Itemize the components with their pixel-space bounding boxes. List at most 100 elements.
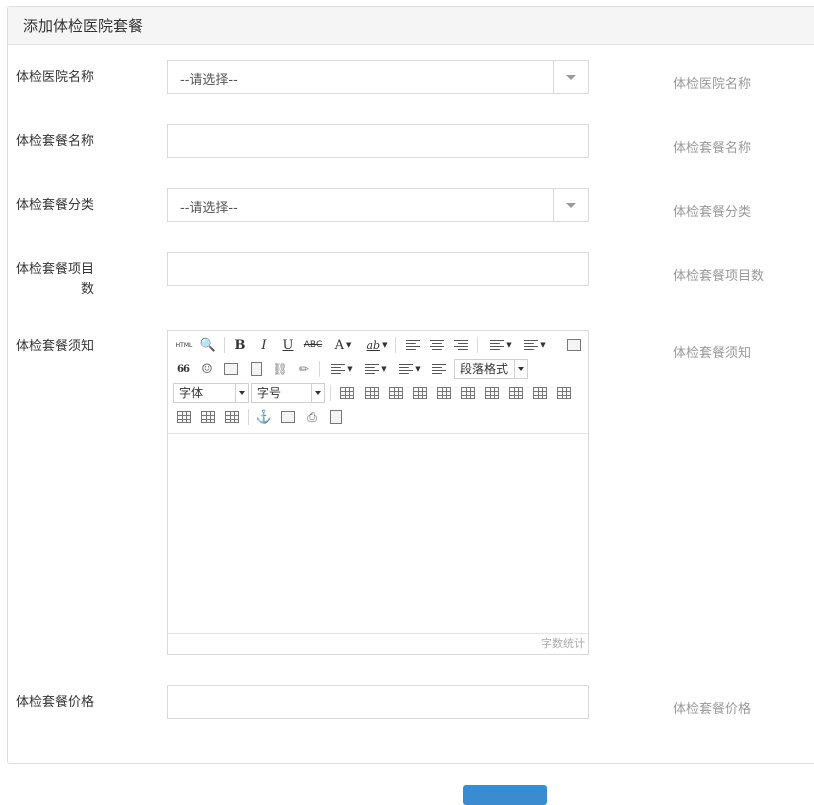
highlight-icon: ab — [366, 338, 381, 352]
eraser-button[interactable]: ✏ — [296, 360, 312, 378]
font-color-icon: A — [334, 337, 344, 353]
price-hint: 体检套餐价格 — [673, 702, 752, 717]
align-right-button[interactable] — [453, 336, 469, 354]
row-spacing-bottom-button[interactable]: ▼ — [362, 360, 390, 378]
table-icon — [340, 387, 354, 399]
caret-down-icon: ▼ — [415, 365, 421, 373]
price-input[interactable] — [167, 685, 589, 719]
split-rows-button[interactable] — [200, 408, 216, 426]
align-center-icon — [430, 339, 444, 351]
split-cells-icon — [177, 411, 191, 423]
category-select-toggle[interactable] — [553, 189, 588, 221]
submit-button[interactable] — [463, 785, 547, 805]
eraser-icon: ✏ — [298, 362, 310, 376]
font-family-dropdown[interactable]: 字体 — [173, 383, 249, 403]
link-button[interactable]: ⛓ — [272, 360, 288, 378]
image-icon — [224, 363, 238, 375]
underline-button[interactable]: U — [280, 336, 296, 354]
line-spacing-icon — [331, 363, 346, 375]
caret-down-icon: ▼ — [382, 341, 388, 349]
italic-button[interactable]: I — [256, 336, 272, 354]
table-title-button[interactable] — [388, 384, 404, 402]
anchor-button[interactable]: ⚓ — [256, 408, 272, 426]
item-count-hint: 体检套餐项目数 — [673, 269, 765, 284]
printer-icon: ⎙ — [307, 409, 317, 424]
delete-table-button[interactable] — [364, 384, 380, 402]
align-left-button[interactable] — [405, 336, 421, 354]
package-name-label: 体检套餐名称 — [15, 134, 94, 149]
unordered-list-button[interactable]: ▼ — [520, 336, 550, 354]
item-count-label-line1: 体检套餐项目 — [15, 262, 94, 277]
caret-down-icon: ▼ — [347, 365, 353, 373]
merge-right-button[interactable] — [532, 384, 548, 402]
blockquote-button[interactable]: 66 — [174, 360, 192, 378]
print-button[interactable]: ⎙ — [304, 408, 320, 426]
smiley-icon: ☺ — [201, 361, 213, 377]
bold-button[interactable]: B — [232, 336, 248, 354]
merge-down-button[interactable] — [556, 384, 572, 402]
insert-row-icon — [413, 387, 427, 399]
emoticon-button[interactable]: ☺ — [199, 360, 215, 378]
insert-table-button[interactable] — [339, 384, 355, 402]
insert-col-icon — [461, 387, 475, 399]
hospital-hint: 体检医院名称 — [673, 77, 752, 92]
caret-down-icon: ▼ — [506, 341, 512, 349]
font-size-dropdown[interactable]: 字号 — [251, 383, 325, 403]
package-name-hint: 体检套餐名称 — [673, 141, 752, 156]
preview-button[interactable]: 🔍 — [200, 336, 216, 354]
monitor-icon — [567, 339, 581, 351]
toolbar-divider — [248, 409, 249, 425]
font-family-label: 字体 — [179, 386, 204, 400]
rich-text-editor[interactable]: HTML 🔍 B I U ABC A ▼ ab ▼ ▼ ▼ 66 ☺ ⛓ ✏ ▼ ▼… — [167, 330, 589, 655]
hospital-select-toggle[interactable] — [553, 61, 588, 93]
align-left-icon — [406, 339, 420, 351]
delete-col-button[interactable] — [484, 384, 500, 402]
highlight-button[interactable]: ab ▼ — [363, 336, 391, 354]
item-count-input[interactable] — [167, 252, 589, 286]
editor-toolbar: HTML 🔍 B I U ABC A ▼ ab ▼ ▼ ▼ 66 ☺ ⛓ ✏ ▼ ▼… — [168, 331, 588, 434]
chevron-down-icon — [566, 75, 576, 80]
paste-button[interactable] — [328, 408, 344, 426]
quote-icon: 66 — [177, 363, 190, 375]
delete-row-icon — [437, 387, 451, 399]
align-center-button[interactable] — [429, 336, 445, 354]
font-size-label: 字号 — [257, 386, 282, 400]
ordered-list-button[interactable]: ▼ — [486, 336, 516, 354]
table-title-icon — [389, 387, 403, 399]
package-name-input[interactable] — [167, 124, 589, 158]
item-count-label-line2: 数 — [80, 282, 94, 297]
chevron-down-icon — [514, 360, 527, 378]
fullscreen-button[interactable] — [566, 336, 582, 354]
ordered-list-icon — [490, 339, 505, 351]
film-icon — [250, 362, 262, 376]
category-label: 体检套餐分类 — [15, 198, 94, 213]
split-cols-button[interactable] — [224, 408, 240, 426]
insert-image-button[interactable] — [280, 408, 296, 426]
video-button[interactable] — [248, 360, 264, 378]
toolbar-divider — [395, 337, 396, 353]
chevron-down-icon — [235, 384, 248, 402]
hospital-select[interactable]: --请选择-- — [167, 60, 589, 94]
strikethrough-button[interactable]: ABC — [303, 336, 323, 354]
notice-label: 体检套餐须知 — [15, 339, 94, 354]
indent-button[interactable] — [431, 360, 447, 378]
paragraph-format-dropdown[interactable]: 段落格式 — [454, 359, 528, 379]
delete-row-button[interactable] — [436, 384, 452, 402]
notice-hint: 体检套餐须知 — [673, 346, 752, 361]
category-select[interactable]: --请选择-- — [167, 188, 589, 222]
hospital-select-value: --请选择-- — [180, 73, 238, 88]
line-spacing-icon — [365, 363, 380, 375]
unordered-list-icon — [524, 339, 539, 351]
merge-cells-button[interactable] — [508, 384, 524, 402]
insert-col-button[interactable] — [460, 384, 476, 402]
insert-row-button[interactable] — [412, 384, 428, 402]
panel-title: 添加体检医院套餐 — [8, 7, 814, 45]
line-height-button[interactable]: ▼ — [396, 360, 424, 378]
split-cells-button[interactable] — [176, 408, 192, 426]
hospital-label: 体检医院名称 — [15, 70, 94, 85]
row-spacing-top-button[interactable]: ▼ — [328, 360, 356, 378]
merge-down-icon — [557, 387, 571, 399]
html-source-button[interactable]: HTML — [174, 336, 194, 354]
font-color-button[interactable]: A ▼ — [330, 336, 356, 354]
image-button[interactable] — [223, 360, 239, 378]
